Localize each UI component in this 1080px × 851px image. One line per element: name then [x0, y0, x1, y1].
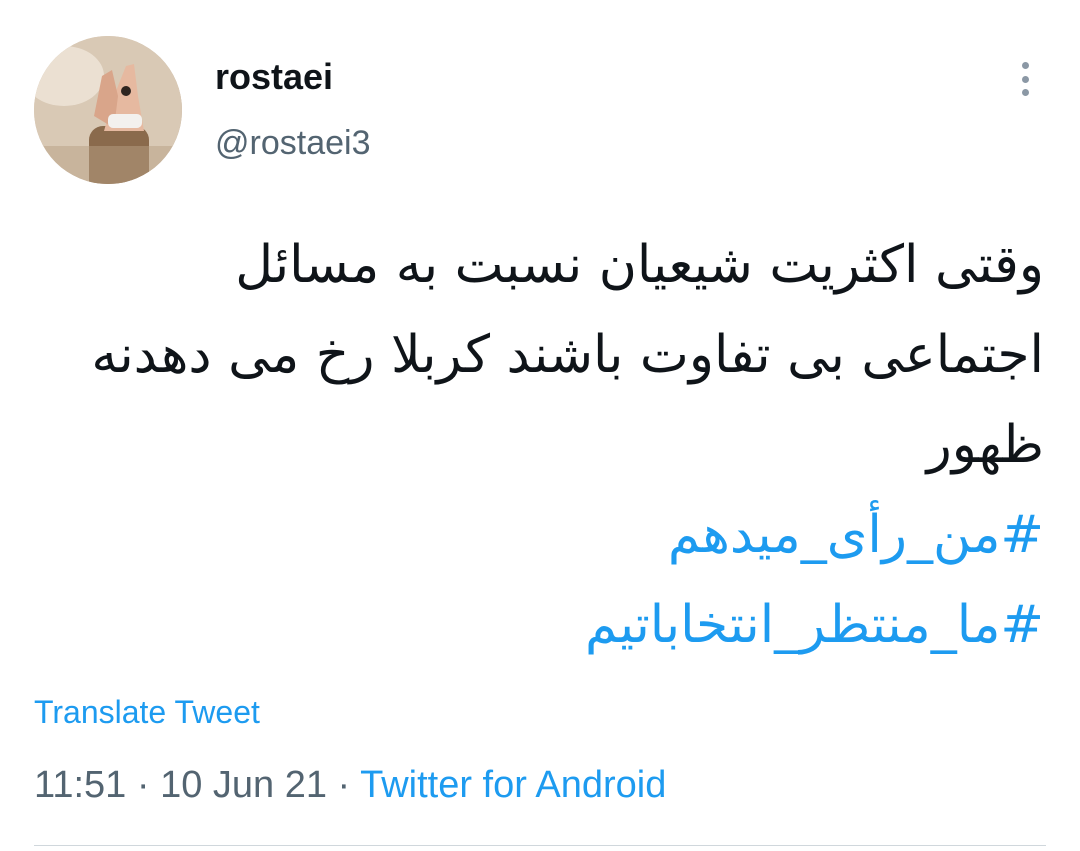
display-name[interactable]: rostaei	[215, 56, 333, 98]
avatar[interactable]	[34, 36, 182, 184]
more-vertical-icon	[1021, 62, 1029, 69]
tweet-text-line: ظهور	[926, 415, 1044, 475]
more-vertical-icon	[1021, 75, 1029, 83]
tweet-date[interactable]: 10 Jun 21	[160, 764, 327, 806]
hashtag-link[interactable]: #من_رأی_میدهم	[44, 490, 1044, 580]
tweet-text: وقتی اکثریت شیعیان نسبت به مسائل اجتماعی…	[44, 220, 1044, 490]
more-options-button[interactable]	[1010, 58, 1040, 100]
tweet-text-line: اجتماعی بی تفاوت باشند کربلا رخ می دهدنه	[91, 325, 1044, 385]
meta-separator: ·	[337, 764, 351, 806]
translate-tweet-link[interactable]: Translate Tweet	[34, 694, 260, 731]
user-handle[interactable]: @rostaei3	[215, 124, 370, 163]
tweet-metadata: 11:51 · 10 Jun 21 · Twitter for Android	[34, 764, 666, 807]
hashtag-link[interactable]: #ما_منتظر_انتخاباتیم	[44, 580, 1044, 670]
more-vertical-icon	[1021, 89, 1029, 96]
tweet-source-link[interactable]: Twitter for Android	[360, 764, 666, 806]
tweet-text-line: وقتی اکثریت شیعیان نسبت به مسائل	[235, 235, 1044, 295]
avatar-image	[34, 36, 182, 184]
divider	[34, 845, 1046, 846]
tweet-time[interactable]: 11:51	[34, 764, 126, 806]
meta-separator: ·	[136, 764, 150, 806]
